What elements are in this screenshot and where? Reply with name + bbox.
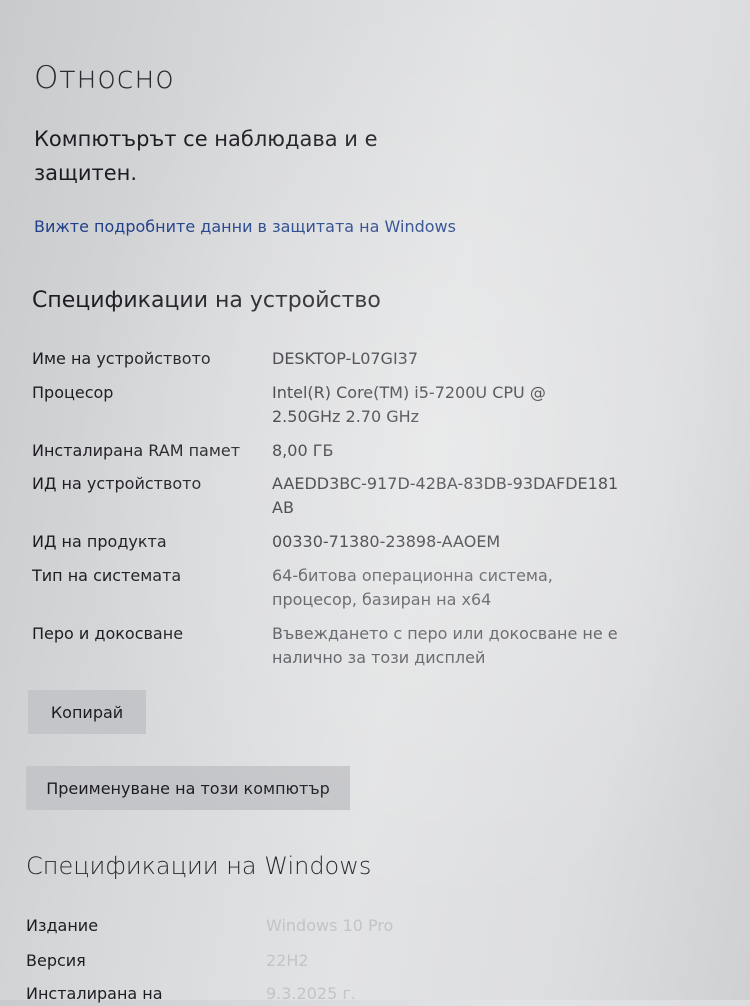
spec-label: Име на устройството <box>32 349 211 368</box>
spec-value: 9.3.2025 г. <box>266 984 356 1003</box>
spec-value: Intel(R) Core(TM) i5-7200U CPU @ 2.50GHz… <box>272 383 546 426</box>
spec-label: Версия <box>26 951 86 970</box>
about-page: Относно Компютърът се наблюдава и е защи… <box>0 0 750 1003</box>
protection-status-text: Компютърът се наблюдава и е защитен. <box>34 127 378 185</box>
copy-button[interactable]: Копирай <box>28 690 146 734</box>
spec-value: 8,00 ГБ <box>272 441 334 460</box>
spec-value: DESKTOP-L07GI37 <box>272 349 419 368</box>
spec-label: Инсталирана на <box>26 984 163 1003</box>
spec-value: 00330-71380-23898-AAOEM <box>272 532 501 551</box>
spec-value: 64-битова операционна система, процесор,… <box>272 566 553 609</box>
spec-value: AAEDD3BC-917D-42BA-83DB-93DAFDE181AB <box>272 474 619 517</box>
windows-security-link[interactable]: Вижте подробните данни в защитата на Win… <box>34 217 456 236</box>
spec-label: Процесор <box>32 383 114 402</box>
device-specs-title: Спецификации на устройство <box>32 288 381 313</box>
spec-label: ИД на продукта <box>32 532 167 551</box>
spec-label: Инсталирана RAM памет <box>32 441 241 460</box>
spec-value: Windows 10 Pro <box>266 916 394 935</box>
spec-label: Перо и докосване <box>32 624 184 643</box>
windows-specs-title: Спецификации на Windows <box>26 852 372 880</box>
spec-label: Издание <box>26 916 99 935</box>
spec-label: Тип на системата <box>32 566 182 585</box>
rename-pc-button[interactable]: Преименуване на този компютър <box>26 766 350 810</box>
spec-value: Въвеждането с перо или докосване не е на… <box>272 624 618 667</box>
page-title: Относно <box>34 60 175 96</box>
spec-label: ИД на устройството <box>32 474 202 493</box>
spec-value: 22H2 <box>266 951 309 970</box>
